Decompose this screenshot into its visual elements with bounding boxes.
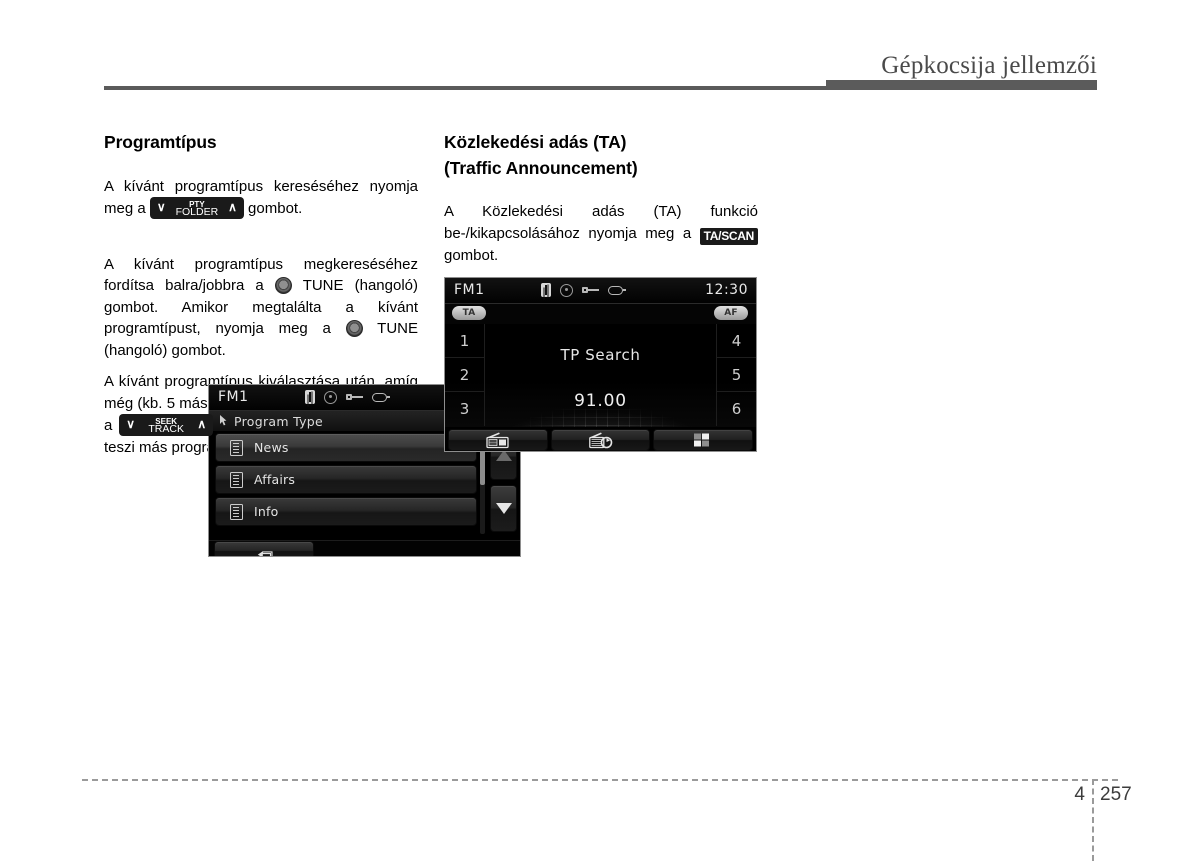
list-item-label: Info: [254, 504, 279, 519]
disc-icon: [560, 283, 573, 297]
status-source-label: FM1: [218, 389, 249, 405]
pointer-icon: [219, 415, 227, 427]
scroll-down-button[interactable]: [490, 485, 517, 532]
chevron-up-icon: ∧: [228, 200, 237, 214]
device-icon: [372, 392, 390, 402]
right-column: Közlekedési adás (TA) (Traffic Announcem…: [444, 130, 758, 266]
disc-icon: [324, 390, 337, 404]
screen-status-bar: FM1 12:30: [445, 278, 756, 304]
ta-footer-bar: [445, 427, 756, 451]
list-item[interactable]: Affairs: [215, 465, 477, 494]
preset-label: 5: [731, 366, 742, 384]
section-heading-ta-line1: Közlekedési adás (TA): [444, 132, 627, 152]
status-icon-group: [541, 283, 626, 297]
triangle-down-icon: [495, 503, 512, 514]
radio-scan-icon: [588, 432, 613, 449]
radio-display-icon-svg: [486, 432, 509, 449]
bluetooth-icon: [305, 390, 315, 404]
status-icon-group: [305, 390, 390, 404]
bluetooth-icon: [541, 283, 551, 297]
radio-display-button[interactable]: [448, 429, 548, 451]
page-number: 257: [1100, 784, 1132, 805]
list-item[interactable]: Info: [215, 497, 477, 526]
radio-display-icon: [486, 432, 510, 449]
page-title: Gépkocsija jellemzői: [881, 52, 1097, 79]
list-item[interactable]: News: [215, 433, 477, 462]
pty-title-label: Program Type: [234, 414, 324, 429]
frequency-display: 91.00: [574, 391, 627, 411]
list-item-label: Affairs: [254, 472, 296, 487]
ta-badge-bar: TA AF: [445, 304, 756, 324]
status-badge-af[interactable]: AF: [714, 306, 748, 320]
preset-column-right: 4 5 6: [716, 324, 756, 427]
ta-main-area: 1 2 3 4 5 6 TP Search 91.00: [445, 324, 756, 427]
back-button[interactable]: [214, 541, 314, 556]
status-clock: 12:30: [705, 282, 748, 298]
status-source-label: FM1: [454, 282, 485, 298]
head-unit-screen-tp-search: FM1 12:30 TA AF 1 2 3 4 5 6 TP Search 91…: [444, 277, 757, 452]
usb-icon: [346, 392, 363, 403]
paragraph-tune-knob: A kívánt programtípus megkereséséhez for…: [104, 254, 418, 362]
tune-knob-icon: [345, 320, 363, 337]
back-arrow-icon: [257, 547, 275, 556]
pty-folder-button-badge: ∨ PTY FOLDER ∧: [149, 197, 244, 219]
document-icon: [230, 440, 243, 456]
status-badge-ta[interactable]: TA: [452, 306, 486, 320]
device-icon: [608, 285, 626, 295]
usb-icon: [582, 285, 599, 296]
pty-list: News Affairs Info: [215, 433, 477, 529]
preset-column-left: 1 2 3: [445, 324, 485, 427]
pty-footer-bar: [209, 540, 520, 556]
chapter-number: 4: [1074, 784, 1085, 805]
header-rule-thick: [826, 80, 1097, 90]
back-arrow-icon-svg: [257, 551, 273, 556]
header-rule-thin: [104, 86, 826, 90]
page-header: Gépkocsija jellemzői: [0, 0, 1200, 100]
preset-grid-button[interactable]: [653, 429, 754, 451]
footer-vertical-rule: [1092, 779, 1094, 861]
chevron-up-icon: ∧: [197, 417, 207, 431]
ta-scan-button-badge: TA/SCAN: [699, 227, 758, 245]
radio-scan-icon-svg: [588, 432, 612, 449]
paragraph-text-ta-after: gombot.: [444, 246, 499, 264]
tune-knob-icon: [274, 277, 292, 294]
preset-grid-icon-svg: [694, 433, 710, 447]
preset-grid-icon: [691, 432, 715, 449]
paragraph-ta-scan: A Közlekedési adás (TA) funkció be-/kika…: [444, 201, 758, 266]
document-icon: [230, 472, 243, 488]
section-heading-ta-line2: (Traffic Announcement): [444, 157, 638, 178]
paragraph-pty-search: A kívánt programtípus kereséséhez nyomja…: [104, 176, 418, 220]
radio-scan-button[interactable]: [550, 429, 651, 451]
list-item-label: News: [254, 440, 289, 455]
tp-search-status-text: TP Search: [560, 346, 641, 364]
section-heading-ta: Közlekedési adás (TA) (Traffic Announcem…: [444, 130, 758, 181]
preset-label: 2: [459, 366, 470, 384]
footer-horizontal-rule: [82, 779, 1118, 781]
paragraph-text-after: gombot.: [248, 200, 303, 217]
seek-track-button-badge: ∨ SEEK TRACK ∧: [119, 414, 214, 436]
pointer-icon-svg: [220, 415, 227, 426]
section-heading-programtipus: Programtípus: [104, 132, 217, 152]
left-column: Programtípus A kívánt programtípus keres…: [104, 130, 521, 557]
document-icon: [230, 504, 243, 520]
